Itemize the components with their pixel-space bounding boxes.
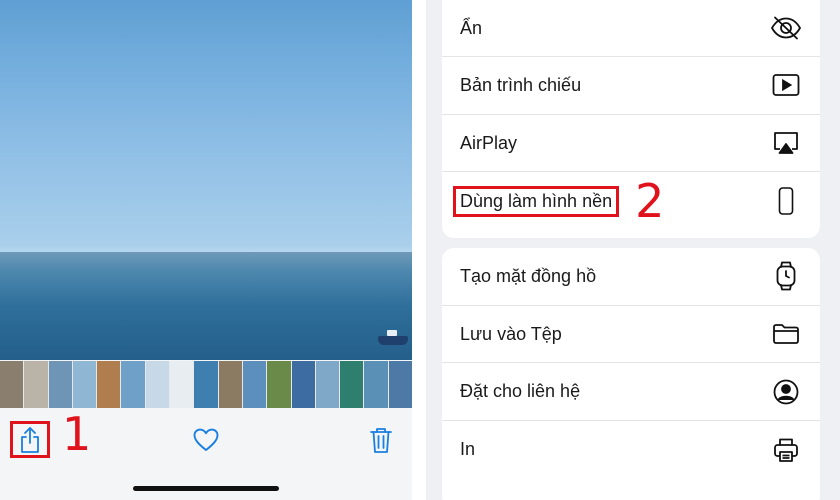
home-indicator[interactable] bbox=[133, 486, 279, 491]
action-label: Bản trình chiếu bbox=[460, 74, 582, 95]
photo-viewer: 1 bbox=[0, 0, 412, 500]
action-label: Lưu vào Tệp bbox=[460, 323, 562, 344]
action-print[interactable]: In bbox=[442, 421, 820, 479]
action-label: Đặt cho liên hệ bbox=[460, 381, 581, 402]
watch-icon bbox=[770, 260, 802, 292]
action-label: AirPlay bbox=[460, 132, 518, 153]
boat bbox=[378, 330, 408, 345]
phone-icon bbox=[770, 185, 802, 217]
thumbnail[interactable] bbox=[364, 361, 388, 408]
thumbnail[interactable] bbox=[340, 361, 364, 408]
heart-icon bbox=[193, 428, 219, 451]
thumbnail[interactable] bbox=[97, 361, 121, 408]
action-label: In bbox=[460, 439, 476, 460]
thumbnail[interactable] bbox=[145, 361, 170, 408]
step-callout-1: 1 bbox=[62, 407, 92, 461]
step-callout-2: 2 bbox=[635, 174, 665, 229]
photo-preview[interactable] bbox=[0, 0, 412, 360]
thumbnail[interactable] bbox=[291, 361, 315, 408]
delete-button[interactable] bbox=[366, 423, 396, 457]
share-icon bbox=[21, 426, 39, 453]
trash-icon bbox=[370, 428, 392, 453]
thumbnail[interactable] bbox=[242, 361, 267, 408]
action-assign-to-contact[interactable]: Đặt cho liên hệ bbox=[442, 363, 820, 422]
sea-area bbox=[0, 252, 412, 360]
action-use-as-wallpaper[interactable]: Dùng làm hình nền 2 bbox=[442, 172, 820, 230]
action-label: Dùng làm hình nền bbox=[453, 185, 620, 217]
thumbnail[interactable] bbox=[267, 361, 291, 408]
action-create-watch-face[interactable]: Tạo mặt đồng hồ bbox=[442, 248, 820, 306]
share-actions-group-1: Ẩn Bản trình chiếu AirPlay Dùng làm hình… bbox=[442, 0, 820, 238]
share-actions-group-2: Tạo mặt đồng hồ Lưu vào Tệp Đặt cho liên… bbox=[442, 248, 820, 500]
action-label: Ẩn bbox=[460, 17, 483, 38]
action-slideshow[interactable]: Bản trình chiếu bbox=[442, 57, 820, 115]
folder-icon bbox=[770, 318, 802, 350]
action-label: Tạo mặt đồng hồ bbox=[460, 265, 597, 286]
thumbnail[interactable] bbox=[315, 361, 340, 408]
contact-icon bbox=[770, 376, 802, 408]
printer-icon bbox=[770, 434, 802, 466]
share-button[interactable] bbox=[10, 421, 50, 458]
thumbnail[interactable] bbox=[24, 361, 48, 408]
thumbnail[interactable] bbox=[72, 361, 97, 408]
action-hide[interactable]: Ẩn bbox=[442, 0, 820, 57]
airplay-icon bbox=[770, 127, 802, 159]
thumbnail[interactable] bbox=[218, 361, 242, 408]
action-save-to-files[interactable]: Lưu vào Tệp bbox=[442, 306, 820, 364]
thumbnail[interactable] bbox=[194, 361, 218, 408]
thumbnail-strip[interactable] bbox=[0, 361, 412, 408]
favorite-button[interactable] bbox=[190, 424, 222, 456]
thumbnail[interactable] bbox=[170, 361, 194, 408]
thumbnail[interactable] bbox=[48, 361, 72, 408]
eye-slash-icon bbox=[770, 12, 802, 44]
thumbnail[interactable] bbox=[388, 361, 412, 408]
play-icon bbox=[770, 69, 802, 101]
thumbnail[interactable] bbox=[121, 361, 145, 408]
thumbnail[interactable] bbox=[0, 361, 24, 408]
share-sheet: Ẩn Bản trình chiếu AirPlay Dùng làm hình… bbox=[426, 0, 840, 500]
action-airplay[interactable]: AirPlay bbox=[442, 115, 820, 173]
